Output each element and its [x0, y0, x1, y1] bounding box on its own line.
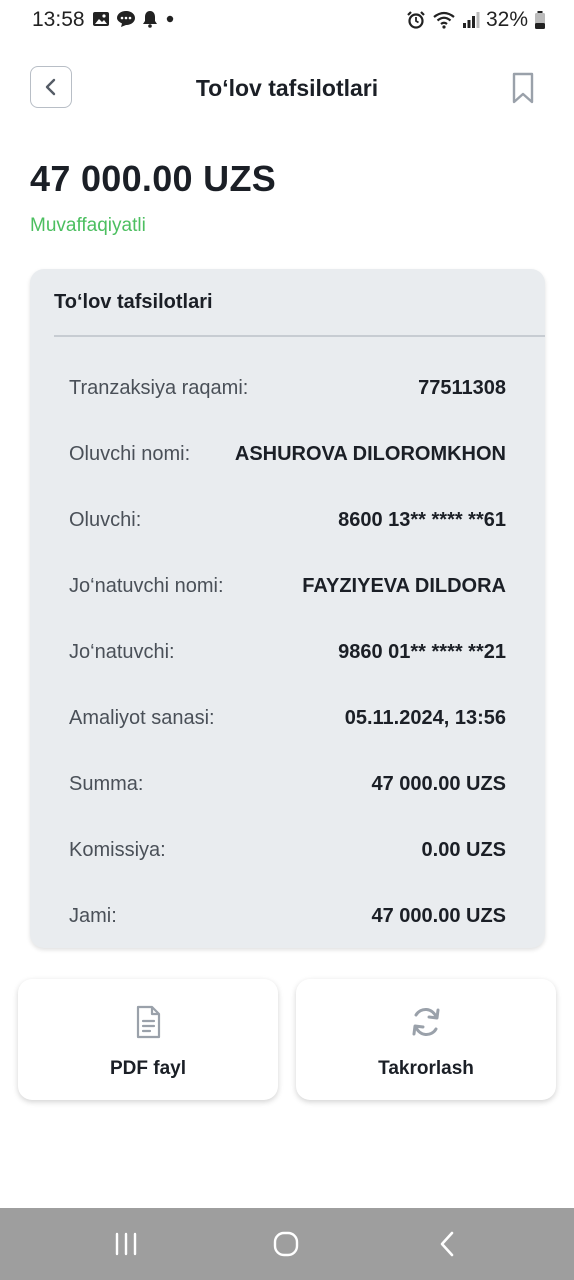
detail-label: Tranzaksiya raqami: — [69, 376, 249, 399]
system-nav-bar — [0, 1208, 574, 1280]
detail-label: Jo‘natuvchi nomi: — [69, 574, 224, 597]
detail-value: 8600 13** **** **61 — [338, 508, 506, 531]
repeat-button-label: Takrorlash — [378, 1058, 474, 1079]
detail-row-date: Amaliyot sanasi: 05.11.2024, 13:56 — [69, 703, 506, 733]
detail-value: 9860 01** **** **21 — [338, 640, 506, 663]
detail-label: Jo‘natuvchi: — [69, 640, 175, 663]
detail-row-transaction-id: Tranzaksiya raqami: 77511308 — [69, 373, 506, 403]
document-icon — [136, 1005, 161, 1039]
detail-label: Komissiya: — [69, 838, 166, 861]
page-title: To‘lov tafsilotlari — [195, 75, 379, 101]
detail-value: 0.00 UZS — [421, 838, 506, 861]
detail-value: ASHUROVA DILOROMKHON — [234, 442, 506, 465]
detail-label: Jami: — [69, 904, 117, 927]
details-card: To‘lov tafsilotlari Tranzaksiya raqami: … — [30, 269, 545, 948]
status-bar: 13:58 32% — [0, 0, 574, 40]
battery-icon — [535, 11, 545, 29]
message-icon — [117, 11, 135, 27]
repeat-button[interactable]: Takrorlash — [296, 979, 556, 1100]
detail-label: Summa: — [69, 772, 144, 795]
notification-icons — [92, 10, 176, 28]
recents-icon — [115, 1232, 137, 1256]
status-label: Muvaffaqiyatli — [30, 215, 146, 236]
signal-icon — [462, 12, 480, 28]
battery-percent: 32% — [485, 8, 528, 31]
detail-row-sender-name: Jo‘natuvchi nomi: FAYZIYEVA DILDORA — [69, 571, 506, 601]
bookmark-button[interactable] — [510, 71, 536, 110]
details-card-title: To‘lov tafsilotlari — [54, 291, 213, 313]
wifi-icon — [433, 11, 455, 29]
image-icon — [93, 12, 109, 26]
detail-label: Amaliyot sanasi: — [69, 706, 215, 729]
alarm-icon — [407, 11, 425, 29]
detail-row-recipient-name: Oluvchi nomi: ASHUROVA DILOROMKHON — [69, 439, 506, 469]
pdf-button[interactable]: PDF fayl — [18, 979, 278, 1100]
detail-row-recipient-card: Oluvchi: 8600 13** **** **61 — [69, 505, 506, 535]
nav-home-button[interactable] — [272, 1230, 300, 1263]
pdf-button-label: PDF fayl — [109, 1058, 187, 1079]
detail-row-commission: Komissiya: 0.00 UZS — [69, 835, 506, 865]
nav-back-button[interactable] — [436, 1230, 460, 1263]
divider — [54, 335, 545, 337]
detail-value: 05.11.2024, 13:56 — [344, 706, 506, 729]
detail-value: 47 000.00 UZS — [371, 772, 506, 795]
detail-row-total: Jami: 47 000.00 UZS — [69, 901, 506, 931]
detail-row-sender-card: Jo‘natuvchi: 9860 01** **** **21 — [69, 637, 506, 667]
home-icon — [273, 1231, 299, 1257]
payment-amount: 47 000.00 UZS — [30, 158, 277, 199]
detail-value: 47 000.00 UZS — [371, 904, 506, 927]
back-icon — [440, 1231, 454, 1257]
detail-row-sum: Summa: 47 000.00 UZS — [69, 769, 506, 799]
dot-icon — [166, 15, 174, 23]
status-time: 13:58 — [32, 8, 85, 31]
bookmark-icon — [512, 72, 534, 104]
refresh-icon — [412, 1008, 440, 1036]
nav-recents-button[interactable] — [114, 1230, 138, 1263]
detail-value: 77511308 — [418, 376, 506, 399]
detail-label: Oluvchi nomi: — [69, 442, 191, 465]
detail-label: Oluvchi: — [69, 508, 142, 531]
bell-icon — [143, 11, 157, 28]
detail-value: FAYZIYEVA DILDORA — [302, 574, 506, 597]
